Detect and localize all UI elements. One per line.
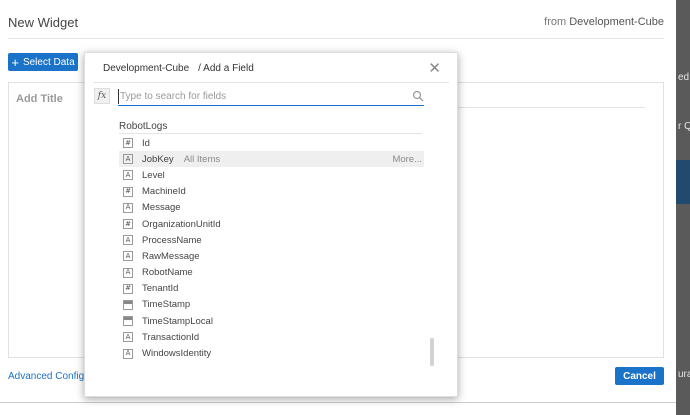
number-field-icon: # <box>123 138 133 149</box>
list-item[interactable]: A WindowsIdentity <box>119 345 424 361</box>
text-field-icon: A <box>123 251 133 262</box>
plus-icon: + <box>11 54 19 70</box>
data-source: from Development-Cube <box>544 16 664 28</box>
field-name: MachineId <box>142 186 186 198</box>
page-title: New Widget <box>8 15 79 30</box>
field-group-label: RobotLogs <box>119 121 168 132</box>
field-name: JobKey <box>142 153 174 165</box>
formula-icon[interactable]: fx <box>94 88 110 104</box>
field-name: ProcessName <box>142 234 202 246</box>
list-item[interactable]: # TenantId <box>119 281 424 297</box>
list-item[interactable]: A Level <box>119 167 424 183</box>
field-name: TimeStampLocal <box>142 315 213 327</box>
select-data-button[interactable]: + Select Data <box>8 53 78 71</box>
background-app: ed r Qu urati <box>676 0 690 415</box>
list-item[interactable]: A ProcessName <box>119 232 424 248</box>
field-name: WindowsIdentity <box>142 348 212 360</box>
data-source-name[interactable]: Development-Cube <box>569 16 664 28</box>
calendar-icon <box>123 299 133 310</box>
divider <box>93 82 449 83</box>
add-title-input[interactable]: Add Title <box>16 93 63 105</box>
text-field-icon: A <box>123 332 133 343</box>
text-field-icon: A <box>123 154 133 165</box>
calendar-icon <box>123 316 133 327</box>
list-item[interactable]: # MachineId <box>119 184 424 200</box>
background-text: urati <box>678 369 690 380</box>
field-list: # Id A JobKey All Items More... A Level # Mach… <box>119 135 424 362</box>
field-name: RobotName <box>142 267 193 279</box>
search-icon[interactable] <box>412 90 424 102</box>
list-item[interactable]: A TransactionId <box>119 329 424 345</box>
data-source-prefix: from <box>544 16 567 28</box>
list-item[interactable]: TimeStamp <box>119 297 424 313</box>
text-field-icon: A <box>123 267 133 278</box>
number-field-icon: # <box>123 186 133 197</box>
list-item[interactable]: A Message <box>119 200 424 216</box>
field-name: Id <box>142 137 150 149</box>
breadcrumb-cube: Development-Cube <box>103 63 190 74</box>
list-item[interactable]: # OrganizationUnitId <box>119 216 424 232</box>
background-bar <box>676 160 690 204</box>
breadcrumb-title: / Add a Field <box>198 63 254 74</box>
modal-breadcrumb: Development-Cube / Add a Field <box>103 63 254 74</box>
list-item[interactable]: A JobKey All Items More... <box>119 151 424 168</box>
more-link[interactable]: More... <box>392 154 422 165</box>
text-field-icon: A <box>123 348 133 359</box>
field-all-items: All Items <box>183 153 221 165</box>
add-field-modal: Development-Cube / Add a Field ✕ fx Robot… <box>84 52 458 397</box>
field-name: TenantId <box>142 283 179 295</box>
number-field-icon: # <box>123 219 133 230</box>
divider <box>119 133 422 134</box>
field-name: OrganizationUnitId <box>142 218 221 230</box>
field-name: Message <box>142 202 181 214</box>
cancel-button[interactable]: Cancel <box>615 367 664 385</box>
search-field <box>118 89 424 106</box>
close-icon[interactable]: ✕ <box>428 61 441 76</box>
field-name: TimeStamp <box>142 299 191 311</box>
search-input[interactable] <box>118 89 408 104</box>
divider <box>8 38 664 39</box>
select-data-label: Select Data <box>22 56 75 68</box>
list-item[interactable]: TimeStampLocal <box>119 313 424 329</box>
background-text: ed <box>678 72 690 83</box>
text-field-icon: A <box>123 235 133 246</box>
field-name: RawMessage <box>142 250 200 262</box>
list-item[interactable]: A RobotName <box>119 265 424 281</box>
scrollbar[interactable] <box>430 338 434 366</box>
number-field-icon: # <box>123 283 133 294</box>
background-text: r Qu <box>678 121 690 132</box>
field-name: Level <box>142 169 165 181</box>
text-field-icon: A <box>123 202 133 213</box>
list-item[interactable]: # Id <box>119 135 424 151</box>
text-field-icon: A <box>123 170 133 181</box>
list-item[interactable]: A RawMessage <box>119 248 424 264</box>
field-name: TransactionId <box>142 331 200 343</box>
